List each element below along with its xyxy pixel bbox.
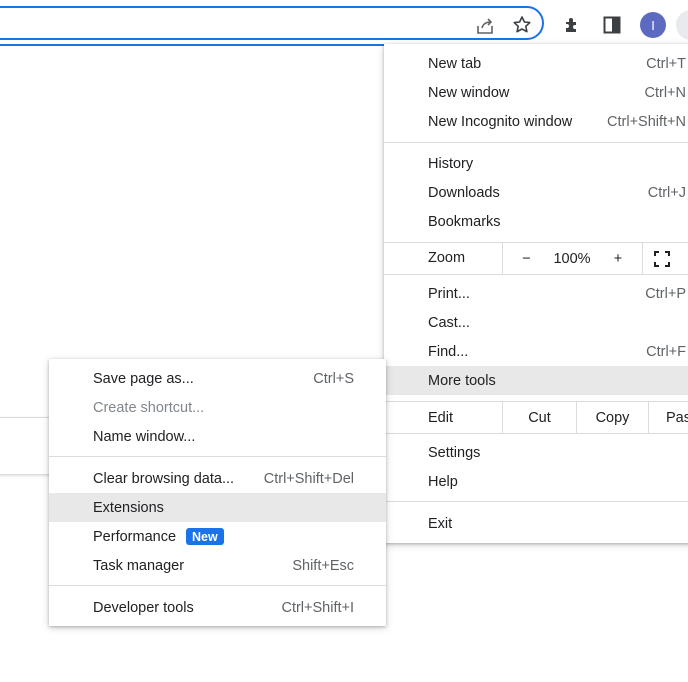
zoom-minus-text: −	[522, 250, 531, 267]
submenu-item-extensions[interactable]: Extensions	[49, 493, 386, 522]
menu-item-downloads[interactable]: Downloads Ctrl+J	[384, 178, 688, 207]
menu-item-history[interactable]: History	[384, 149, 688, 178]
menu-item-shortcut: Ctrl+F	[646, 343, 686, 360]
submenu-item-label: Task manager	[93, 557, 185, 574]
submenu-item-label: Developer tools	[93, 599, 194, 616]
browser-toolbar: I	[0, 0, 688, 46]
menu-item-label: Settings	[428, 444, 481, 461]
paste-text: Pas	[666, 409, 688, 426]
submenu-item-developer-tools[interactable]: Developer tools Ctrl+Shift+I	[49, 593, 386, 622]
menu-item-label: Help	[428, 473, 458, 490]
more-tools-submenu: Save page as... Ctrl+S Create shortcut..…	[49, 359, 386, 626]
submenu-item-shortcut: Shift+Esc	[292, 557, 354, 574]
menu-item-shortcut: Ctrl+N	[644, 84, 687, 101]
submenu-item-clear-browsing-data[interactable]: Clear browsing data... Ctrl+Shift+Del	[49, 464, 386, 493]
zoom-label: Zoom	[428, 250, 466, 266]
menu-item-label: More tools	[428, 372, 496, 389]
bookmark-star-icon[interactable]	[511, 14, 533, 36]
submenu-separator	[49, 456, 386, 457]
submenu-item-shortcut: Ctrl+Shift+Del	[263, 470, 354, 487]
menu-item-new-tab[interactable]: New tab Ctrl+T	[384, 49, 688, 78]
menu-item-label: Bookmarks	[428, 213, 501, 230]
zoom-in-button[interactable]: +	[594, 243, 642, 274]
avatar-initial: I	[651, 17, 655, 33]
side-panel-icon[interactable]	[601, 14, 623, 36]
menu-item-more-tools[interactable]: More tools	[384, 366, 688, 395]
edit-row: Edit Cut Copy Pas	[384, 402, 688, 433]
fullscreen-button[interactable]	[642, 243, 688, 274]
menu-item-bookmarks[interactable]: Bookmarks	[384, 207, 688, 236]
share-icon[interactable]	[474, 16, 496, 36]
menu-item-settings[interactable]: Settings	[384, 438, 688, 467]
submenu-item-label: Save page as...	[93, 370, 194, 387]
menu-item-find[interactable]: Find... Ctrl+F	[384, 337, 688, 366]
submenu-item-label: Clear browsing data...	[93, 470, 235, 487]
menu-item-label: New Incognito window	[428, 113, 573, 130]
menu-item-cast[interactable]: Cast...	[384, 308, 688, 337]
menu-item-label: Find...	[428, 343, 469, 360]
menu-separator	[384, 501, 688, 502]
menu-separator	[384, 433, 688, 434]
zoom-row: Zoom − 100% +	[384, 243, 688, 274]
submenu-item-save-page[interactable]: Save page as... Ctrl+S	[49, 364, 386, 393]
menu-item-label: Exit	[428, 515, 453, 532]
extensions-puzzle-icon[interactable]	[561, 14, 583, 36]
menu-item-shortcut: Ctrl+P	[645, 285, 686, 302]
fullscreen-icon	[653, 250, 670, 267]
menu-item-help[interactable]: Help	[384, 467, 688, 496]
profile-avatar[interactable]: I	[640, 12, 666, 38]
paste-button[interactable]: Pas	[648, 402, 688, 433]
submenu-item-label: Extensions	[93, 499, 164, 516]
menu-item-label: New tab	[428, 55, 482, 72]
menu-button[interactable]	[676, 10, 688, 40]
submenu-item-label: Performance	[93, 528, 177, 545]
new-badge: New	[186, 528, 224, 545]
submenu-separator	[49, 585, 386, 586]
menu-item-label: Print...	[428, 285, 470, 302]
menu-item-label: History	[428, 155, 474, 172]
submenu-item-label: Create shortcut...	[93, 399, 205, 416]
menu-item-print[interactable]: Print... Ctrl+P	[384, 279, 688, 308]
zoom-level: 100%	[550, 243, 594, 274]
menu-separator	[384, 142, 688, 143]
menu-item-new-window[interactable]: New window Ctrl+N	[384, 78, 688, 107]
cut-text: Cut	[528, 409, 551, 426]
menu-item-shortcut: Ctrl+J	[647, 184, 686, 201]
submenu-item-create-shortcut[interactable]: Create shortcut...	[49, 393, 386, 422]
menu-item-label: New window	[428, 84, 510, 101]
submenu-item-performance[interactable]: Performance New	[49, 522, 386, 551]
menu-item-shortcut: Ctrl+Shift+N	[607, 113, 686, 130]
copy-button[interactable]: Copy	[576, 402, 648, 433]
submenu-item-label: Name window...	[93, 428, 196, 445]
copy-text: Copy	[595, 409, 630, 426]
zoom-out-button[interactable]: −	[502, 243, 550, 274]
zoom-plus-text: +	[613, 250, 623, 267]
edit-label: Edit	[428, 410, 453, 426]
submenu-item-shortcut: Ctrl+Shift+I	[281, 599, 354, 616]
cut-button[interactable]: Cut	[502, 402, 576, 433]
address-bar[interactable]	[0, 6, 544, 40]
menu-item-exit[interactable]: Exit	[384, 509, 688, 538]
focus-underline	[0, 44, 384, 46]
menu-item-label: Cast...	[428, 314, 470, 331]
zoom-value: 100%	[553, 250, 591, 267]
menu-item-label: Downloads	[428, 184, 500, 201]
menu-item-shortcut: Ctrl+T	[646, 55, 686, 72]
menu-item-new-incognito[interactable]: New Incognito window Ctrl+Shift+N	[384, 107, 688, 136]
background-panel	[0, 417, 51, 475]
chrome-main-menu: New tab Ctrl+T New window Ctrl+N New Inc…	[384, 44, 688, 543]
menu-separator	[384, 274, 688, 275]
submenu-item-name-window[interactable]: Name window...	[49, 422, 386, 451]
submenu-item-task-manager[interactable]: Task manager Shift+Esc	[49, 551, 386, 580]
submenu-item-shortcut: Ctrl+S	[313, 370, 354, 387]
